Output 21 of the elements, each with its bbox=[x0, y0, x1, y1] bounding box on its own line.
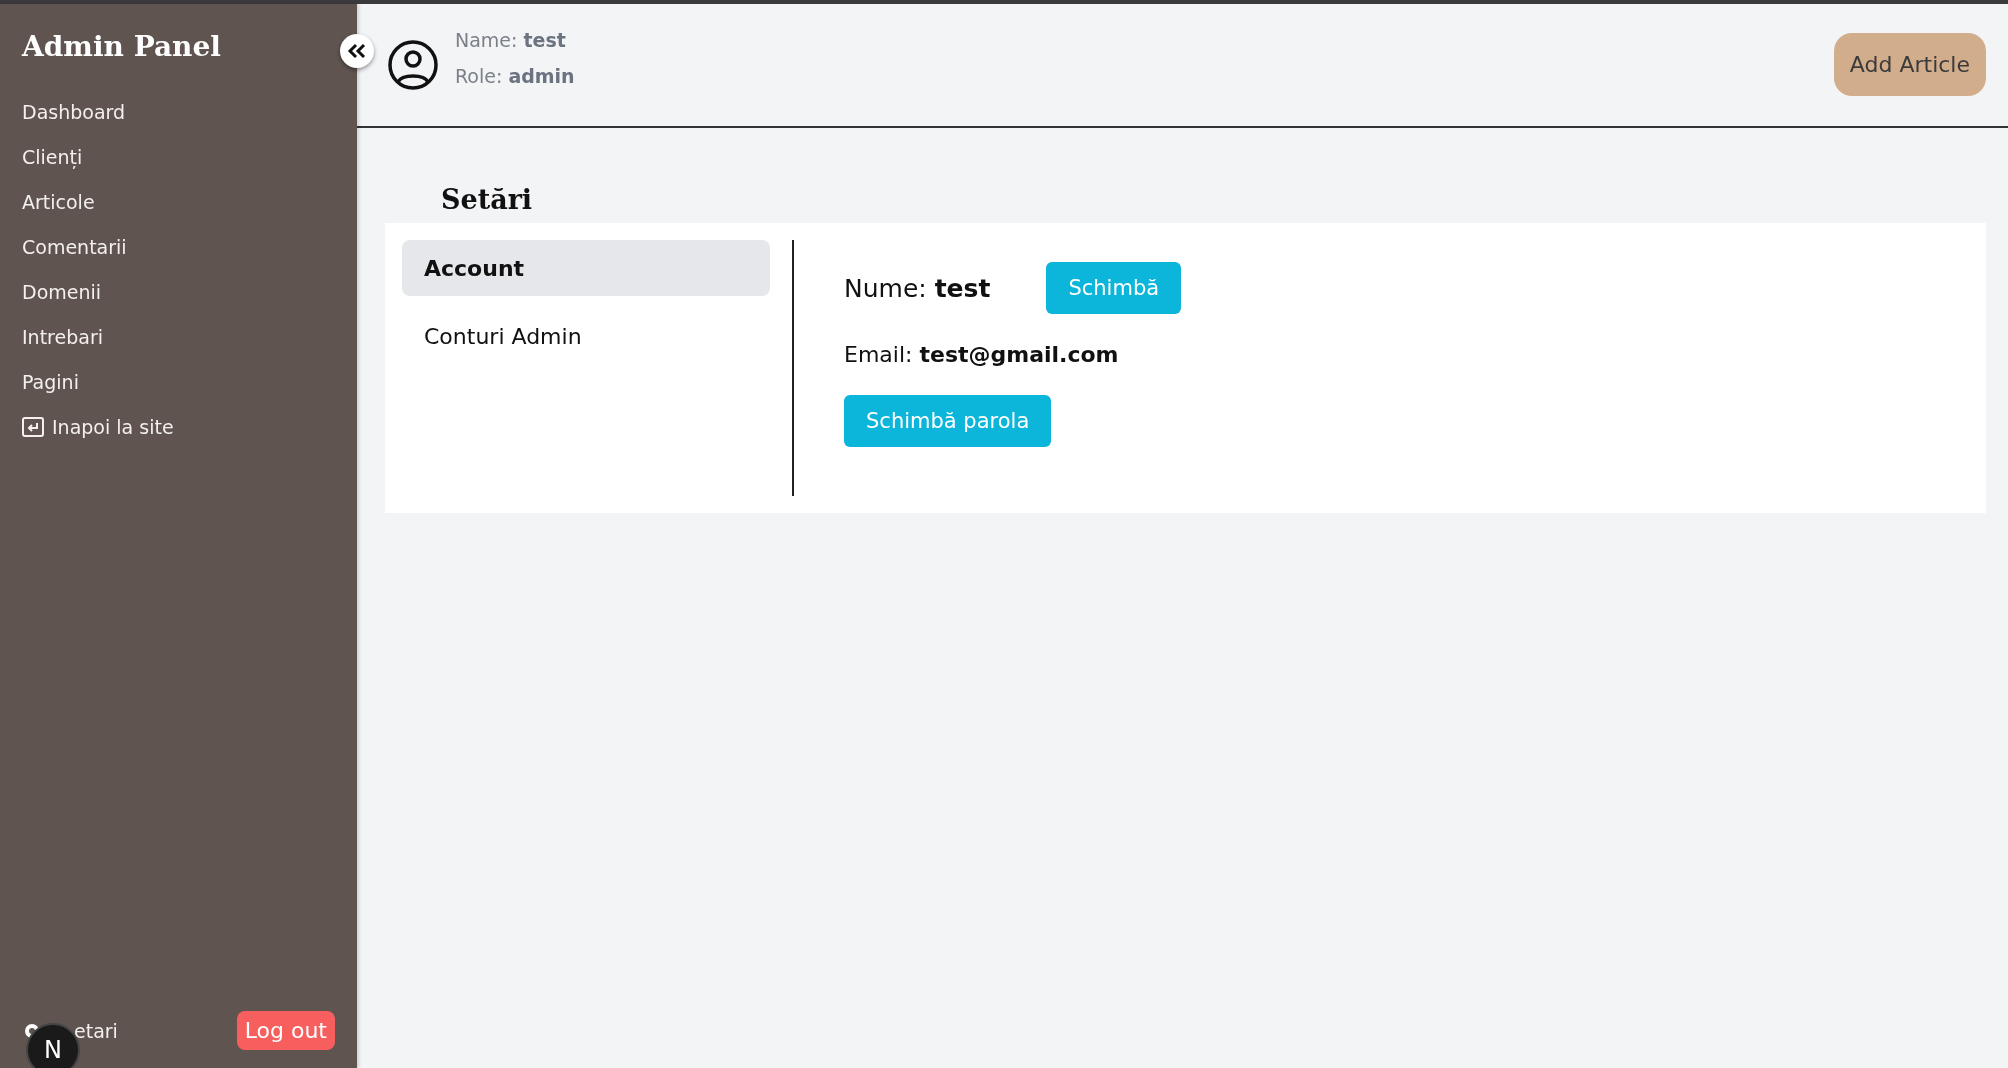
add-article-button[interactable]: Add Article bbox=[1833, 32, 1986, 96]
sidebar-link[interactable]: Clienți bbox=[22, 134, 83, 179]
collapse-icon bbox=[347, 43, 367, 59]
return-icon bbox=[22, 416, 44, 437]
name-text: Nume: test bbox=[844, 273, 991, 303]
sidebar-link[interactable]: Pagini bbox=[22, 359, 79, 404]
user-avatar-icon bbox=[387, 39, 439, 91]
sidebar-link[interactable]: Articole bbox=[22, 179, 95, 224]
sidebar-link[interactable]: Intrebari bbox=[22, 314, 103, 359]
sidebar-title: Admin Panel bbox=[22, 30, 222, 63]
user-name: Name: test bbox=[455, 29, 567, 51]
sidebar-link[interactable]: Dashboard bbox=[22, 89, 126, 134]
sidebar-link[interactable]: Inapoi la site bbox=[22, 404, 174, 449]
user-role: Role: admin bbox=[455, 65, 575, 87]
page-title: Setări bbox=[441, 184, 534, 215]
collapse-button[interactable] bbox=[340, 34, 374, 68]
email-text: Email: test@gmail.com bbox=[844, 342, 1120, 367]
sidebar-link[interactable]: Comentarii bbox=[22, 224, 127, 269]
settings-tab[interactable]: Conturi Admin bbox=[402, 308, 770, 364]
sidebar-link[interactable]: Domenii bbox=[22, 269, 102, 314]
settings-tab[interactable]: Account bbox=[402, 240, 770, 296]
